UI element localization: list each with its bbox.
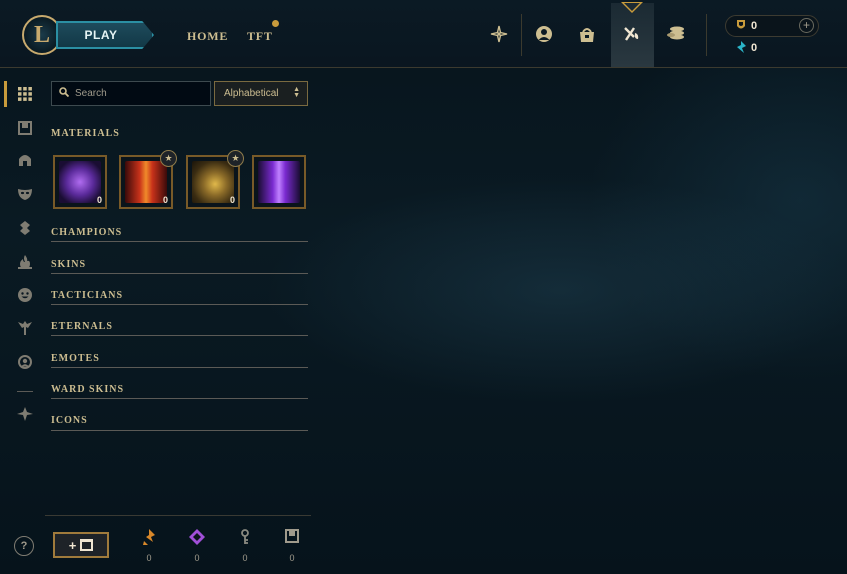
riot-points-value: 0	[751, 42, 758, 54]
logo-letter: L	[33, 21, 50, 48]
sort-dropdown[interactable]: Alphabetical ▲ ▼	[214, 81, 308, 106]
purple-crystal-art	[59, 161, 101, 203]
notification-dot	[272, 20, 279, 27]
material-count: 0	[229, 195, 235, 205]
ward-icon[interactable]	[14, 217, 36, 239]
eternals-icon[interactable]	[14, 317, 36, 339]
mythic-essence-value: 0	[194, 553, 200, 563]
star-badge-icon: ★	[227, 150, 244, 167]
sort-selected-value: Alphabetical	[224, 88, 279, 99]
nav-tft[interactable]: TFT	[247, 29, 273, 44]
compass-icon[interactable]	[488, 23, 510, 45]
section-divider	[51, 304, 308, 305]
section-divider	[51, 241, 308, 242]
blue-essence-value: 0	[751, 20, 758, 32]
play-label: PLAY	[84, 28, 118, 42]
section-divider	[51, 398, 308, 399]
section-divider	[51, 430, 308, 431]
orange-essence-value: 0	[146, 553, 152, 563]
sort-arrows-icon: ▲ ▼	[293, 86, 300, 99]
section-divider	[51, 273, 308, 274]
loot-icon[interactable]	[621, 23, 643, 45]
emote-icon[interactable]	[14, 284, 36, 306]
header: L PLAY HOME TFT 0 + 0	[0, 0, 847, 68]
hextech-chest-art	[192, 161, 234, 203]
section-emotes[interactable]: EMOTES	[51, 353, 308, 364]
chest-icon	[283, 529, 301, 546]
section-materials[interactable]: MATERIALS	[51, 128, 308, 139]
chest-icon	[80, 539, 94, 551]
help-button[interactable]: ?	[14, 536, 34, 556]
header-divider	[706, 14, 707, 56]
nav-home[interactable]: HOME	[187, 29, 228, 44]
section-icons[interactable]: ICONS	[51, 415, 308, 426]
footer-divider	[45, 515, 311, 516]
rail-divider	[17, 391, 33, 392]
section-tacticians[interactable]: TACTICIANS	[51, 290, 308, 301]
section-champions[interactable]: CHAMPIONS	[51, 227, 308, 238]
add-chest-plus: +	[68, 537, 77, 553]
purple-emote-shard-art	[258, 161, 300, 203]
profile-icon[interactable]	[14, 351, 36, 373]
helmet-icon[interactable]	[14, 149, 36, 171]
chest-icon[interactable]	[14, 117, 36, 139]
search-input[interactable]	[75, 88, 195, 99]
chest-value: 0	[289, 553, 295, 563]
search-icon	[59, 87, 70, 100]
header-divider	[521, 14, 522, 56]
key-value: 0	[242, 553, 248, 563]
star-badge-icon: ★	[160, 150, 177, 167]
grid-icon[interactable]	[14, 83, 36, 105]
search-box[interactable]	[51, 81, 211, 106]
arrow-icon[interactable]	[14, 403, 36, 425]
material-tile[interactable]: 0 ★	[186, 150, 244, 209]
material-count: 0	[96, 195, 102, 205]
material-tile[interactable]	[252, 155, 306, 209]
active-tab-caret-inner	[624, 3, 640, 11]
key-icon	[236, 529, 254, 548]
material-tile[interactable]: 0	[53, 155, 107, 209]
material-count: 0	[162, 195, 168, 205]
orange-essence-icon	[140, 529, 158, 548]
rail-active-indicator	[4, 81, 7, 107]
section-divider	[51, 367, 308, 368]
section-skins[interactable]: SKINS	[51, 259, 308, 270]
mythic-essence-icon	[188, 529, 206, 548]
flame-icon[interactable]	[14, 251, 36, 273]
play-button[interactable]: PLAY	[56, 21, 154, 49]
red-skin-shard-art	[125, 161, 167, 203]
mask-icon[interactable]	[14, 183, 36, 205]
section-eternals[interactable]: ETERNALS	[51, 321, 308, 332]
store-icon[interactable]	[665, 23, 687, 45]
add-currency-button[interactable]: +	[799, 18, 814, 33]
blue-essence-icon	[735, 19, 747, 34]
riot-points-icon	[735, 41, 747, 56]
profile-icon[interactable]	[533, 23, 555, 45]
add-chest-button[interactable]: +	[53, 532, 109, 558]
material-tile[interactable]: 0 ★	[119, 150, 177, 209]
collection-icon[interactable]	[576, 23, 598, 45]
section-ward-skins[interactable]: WARD SKINS	[51, 384, 308, 395]
section-divider	[51, 335, 308, 336]
